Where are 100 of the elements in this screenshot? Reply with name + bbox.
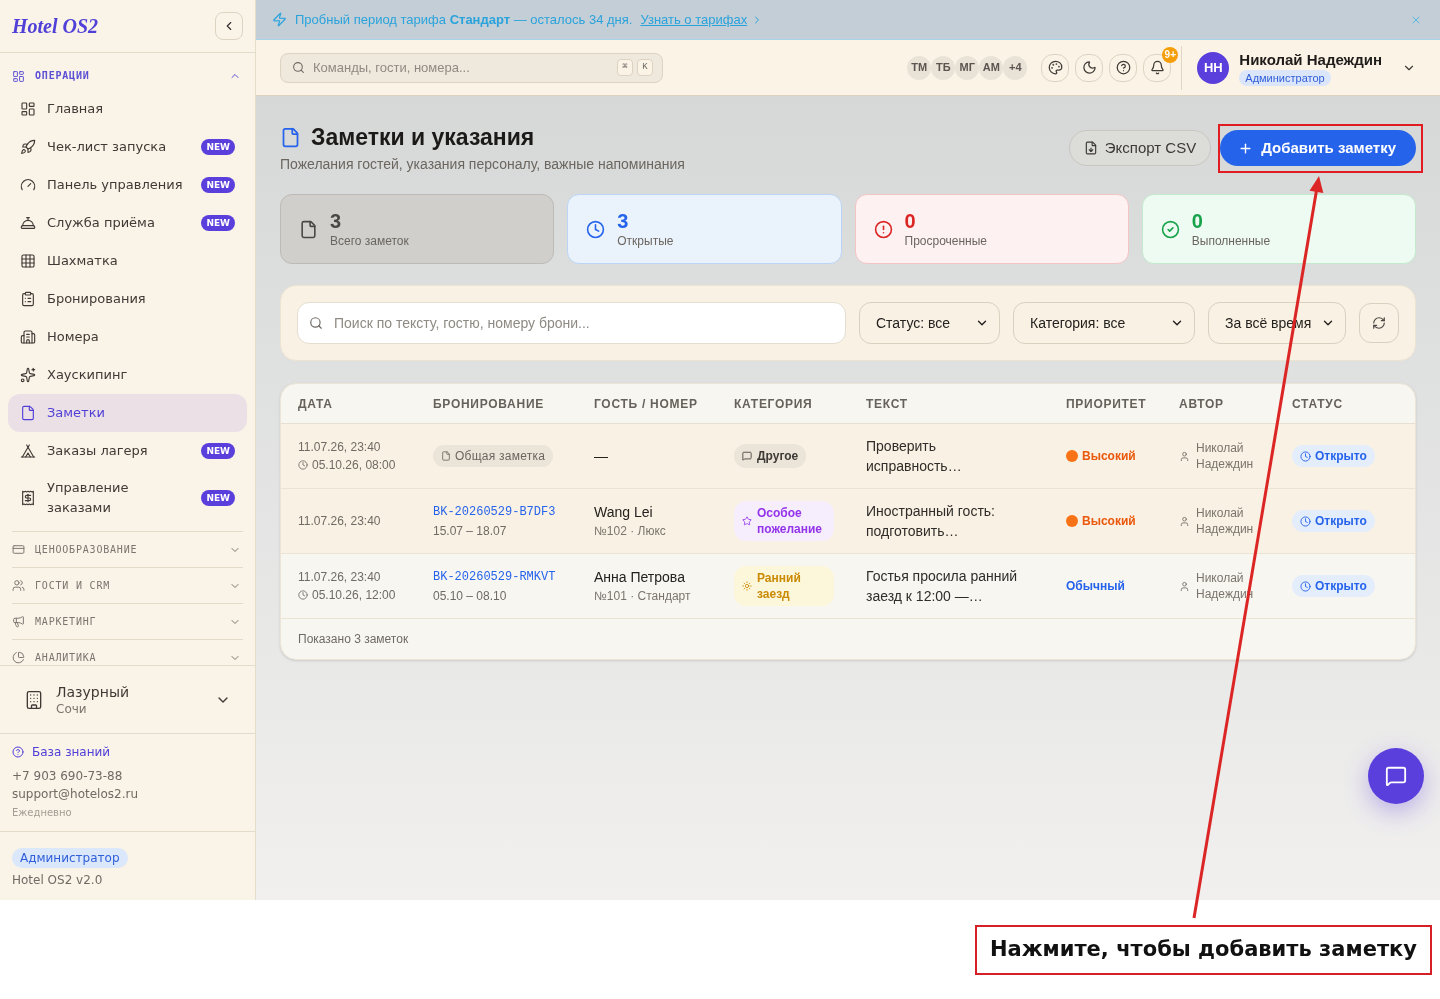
user-role-badge: Администратор <box>1239 69 1331 86</box>
receipt-icon <box>20 490 36 506</box>
note-text: Проверить исправность… <box>866 437 963 476</box>
status-label: Открыто <box>1315 513 1367 530</box>
stat-label: Выполненные <box>1191 233 1271 249</box>
stat-label: Открытые <box>617 233 674 249</box>
column-header: СТАТУС <box>1292 395 1344 413</box>
booking-code-link[interactable]: BK-20260529-RMKVT <box>433 568 556 586</box>
sidebar-item[interactable]: Чек-лист запуска NEW <box>8 128 247 166</box>
person-icon <box>1179 580 1190 592</box>
stat-label: Просроченные <box>904 233 988 249</box>
document-icon <box>280 126 301 148</box>
tent-icon <box>20 443 36 459</box>
new-badge: NEW <box>201 139 235 155</box>
column-header: АВТОР <box>1179 395 1225 413</box>
sidebar-item[interactable]: Бронирования <box>8 280 247 318</box>
clock-icon <box>298 590 308 600</box>
moon-icon <box>1081 60 1097 75</box>
table-row[interactable]: 11.07.26, 23:40 05.10.26, 08:00 Общая заметка — Другое Проверить исправность… Высокий Николай Надеждин Открыто <box>281 424 1415 489</box>
plus-icon <box>1238 140 1254 156</box>
section-header[interactable]: ЦЕНООБРАЗОВАНИЕ <box>12 532 243 567</box>
created-date: 11.07.26, 23:40 <box>298 569 382 585</box>
alert-circle-icon <box>873 219 893 239</box>
priority-label: Высокий <box>1082 513 1136 530</box>
megaphone-icon <box>12 615 25 628</box>
due-date: 05.10.26, 08:00 <box>312 457 396 473</box>
category-label: Другое <box>757 448 799 464</box>
chat-bubble-icon <box>1385 765 1407 787</box>
service-bell-icon <box>20 215 36 231</box>
refresh-icon <box>1372 316 1386 330</box>
section-header[interactable]: ГОСТИ И CRM <box>12 568 243 603</box>
knowledge-base-link[interactable]: База знаний <box>12 744 243 760</box>
document-icon <box>299 219 318 239</box>
building-icon <box>24 689 44 710</box>
theme-palette-button[interactable] <box>1041 53 1070 82</box>
column-header: КАТЕГОРИЯ <box>734 395 814 413</box>
stat-value: 0 <box>904 209 917 233</box>
rocket-icon <box>20 139 36 155</box>
help-button[interactable] <box>1109 53 1138 82</box>
column-header: БРОНИРОВАНИЕ <box>433 395 545 413</box>
created-date: 11.07.26, 23:40 <box>298 513 382 529</box>
property-selector[interactable]: Лазурный Сочи <box>0 666 255 734</box>
table-grid-icon <box>20 253 36 269</box>
sidebar-item[interactable]: Шахматка <box>8 242 247 280</box>
filter-select[interactable]: Категория: все <box>1013 302 1195 344</box>
sidebar-item[interactable]: Заметки <box>8 394 247 432</box>
check-circle-icon <box>1160 219 1180 239</box>
clock-icon <box>586 219 606 239</box>
sidebar-item[interactable]: Управление заказами NEW <box>8 470 247 526</box>
team-avatar[interactable]: АМ <box>979 55 1004 80</box>
person-icon <box>1179 450 1190 462</box>
version-label: Hotel OS2 v2.0 <box>12 872 103 888</box>
booking-code-link[interactable]: BK-20260529-B7DF3 <box>433 503 556 521</box>
team-avatar[interactable]: МГ <box>955 55 980 80</box>
new-badge: NEW <box>201 177 235 193</box>
support-hours: Ежедневно <box>12 806 73 820</box>
section-header[interactable]: ОПЕРАЦИИ <box>12 66 243 86</box>
search-icon <box>292 60 305 74</box>
sidebar-item[interactable]: Главная <box>8 90 247 128</box>
sun-icon <box>742 581 752 591</box>
room-info: №101 · Стандарт <box>594 588 691 604</box>
more-members-avatar[interactable]: +4 <box>1003 55 1028 80</box>
clipboard-icon <box>20 291 36 307</box>
rows-count: Показано 3 заметок <box>298 631 409 648</box>
palette-icon <box>1047 60 1063 75</box>
refresh-button[interactable] <box>1359 303 1399 343</box>
building-icon <box>20 329 36 345</box>
user-avatar[interactable]: НН <box>1197 51 1230 84</box>
speech-bubble-icon <box>742 451 752 461</box>
dark-mode-button[interactable] <box>1075 53 1104 82</box>
filter-select[interactable]: Статус: все <box>859 302 1000 344</box>
section-header[interactable]: МАРКЕТИНГ <box>12 604 243 639</box>
sparkles-icon <box>20 367 36 383</box>
stat-value: 0 <box>1191 209 1204 233</box>
star-icon <box>742 516 752 526</box>
page-title: Заметки и указания <box>311 123 535 151</box>
section-header[interactable]: АНАЛИТИКА <box>12 640 243 665</box>
column-header: ГОСТЬ / НОМЕР <box>594 395 699 413</box>
guest-name: Анна Петрова <box>594 568 685 587</box>
sidebar-item[interactable]: Номера <box>8 318 247 356</box>
due-date: 05.10.26, 12:00 <box>312 587 396 603</box>
sidebar-item[interactable]: Хаускипинг <box>8 356 247 394</box>
team-avatar[interactable]: ТМ <box>907 55 932 80</box>
column-header: ПРИОРИТЕТ <box>1066 395 1148 413</box>
category-label: Ранний заезд <box>757 570 802 602</box>
team-avatar[interactable]: ТБ <box>931 55 956 80</box>
sidebar-item[interactable]: Панель управления NEW <box>8 166 247 204</box>
notes-search-field[interactable]: Поиск по тексту, гостю, номеру брони... <box>297 302 846 344</box>
clock-icon <box>1300 450 1311 462</box>
sidebar-item[interactable]: Служба приёма NEW <box>8 204 247 242</box>
column-header: ТЕКСТ <box>866 395 909 413</box>
card-icon <box>12 543 25 556</box>
export-csv-button[interactable]: Экспорт CSV <box>1068 130 1212 166</box>
sidebar-item[interactable]: Заказы лагеря NEW <box>8 432 247 470</box>
add-note-button[interactable]: Добавить заметку <box>1220 130 1416 166</box>
stat-value: 3 <box>330 209 343 233</box>
room-info: №102 · Люкс <box>594 523 666 539</box>
note-text: Гостья просила ранний заезд к 12:00 —… <box>866 567 1019 606</box>
table-row[interactable]: 11.07.26, 23:40 BK-20260529-B7DF3 15.07 – 18.07 Wang Lei №102 · Люкс Особое пожелание Иностранный гость: подготовить… Высокий Николай Надеждин Открыто <box>281 489 1415 554</box>
lightning-icon <box>272 12 287 27</box>
